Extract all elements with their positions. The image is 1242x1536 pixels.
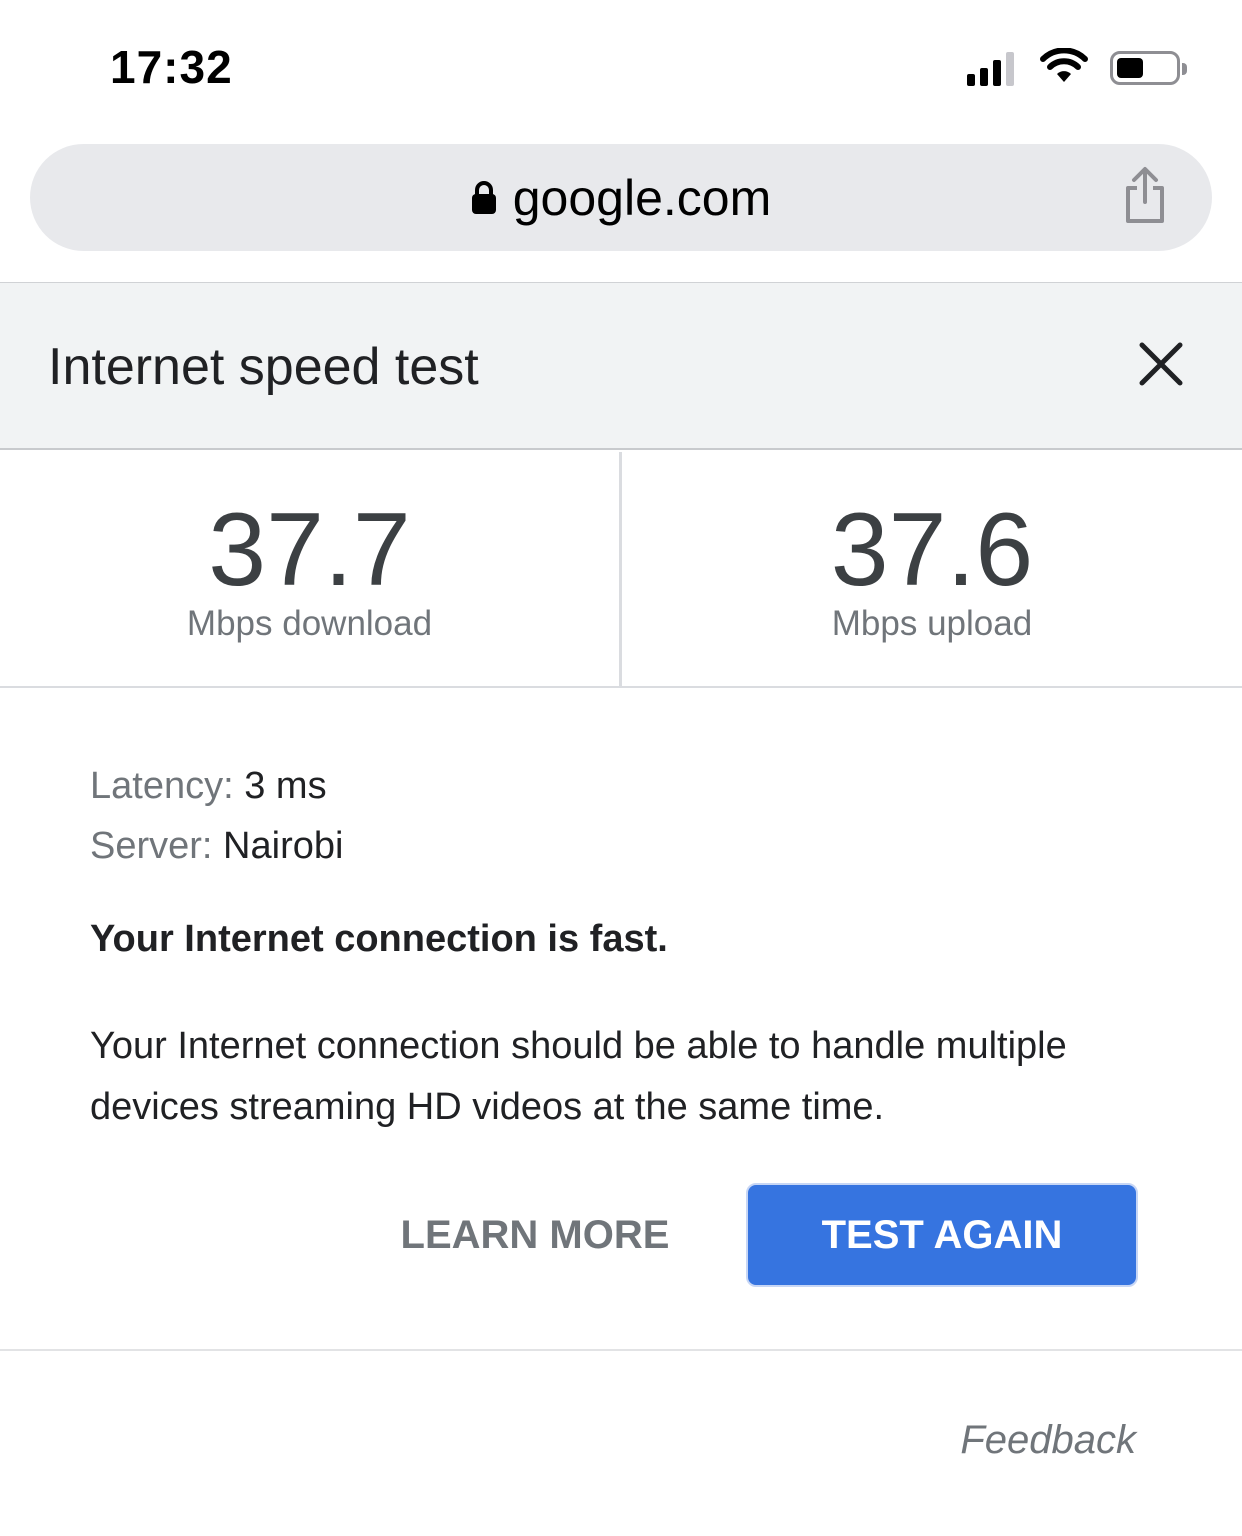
latency-label: Latency:: [90, 765, 234, 807]
speed-test-header: Internet speed test: [0, 282, 1242, 450]
latency-row: Latency: 3 ms: [90, 756, 343, 816]
cellular-signal-icon: [967, 50, 1014, 86]
share-icon[interactable]: [1122, 166, 1168, 231]
download-value: 37.7: [208, 492, 411, 608]
status-icons: [967, 46, 1187, 90]
speed-description: Your Internet connection should be able …: [90, 1025, 1067, 1128]
upload-value: 37.6: [830, 492, 1034, 608]
learn-more-button[interactable]: LEARN MORE: [380, 1184, 690, 1286]
upload-unit: Mbps upload: [831, 604, 1033, 643]
status-bar: 17:32: [0, 0, 1242, 130]
download-unit: Mbps download: [186, 604, 433, 643]
speed-results: 37.7 Mbps download 37.6 Mbps upload: [0, 452, 1242, 688]
feedback-link[interactable]: Feedback: [960, 1418, 1136, 1463]
upload-result: 37.6 Mbps upload: [622, 452, 1242, 686]
speed-verdict: Your Internet connection is fast.: [90, 918, 668, 960]
status-time: 17:32: [110, 41, 233, 93]
server-label: Server:: [90, 825, 213, 867]
url-text[interactable]: google.com: [513, 169, 772, 227]
server-value: Nairobi: [223, 825, 344, 867]
test-details: Latency: 3 ms Server: Nairobi: [90, 756, 343, 876]
test-again-button[interactable]: TEST AGAIN: [746, 1183, 1138, 1287]
address-bar[interactable]: google.com: [30, 144, 1212, 251]
server-row: Server: Nairobi: [90, 816, 343, 876]
lock-icon: [471, 180, 497, 215]
wifi-icon: [1040, 46, 1088, 89]
card-title: Internet speed test: [48, 338, 479, 396]
footer-divider: [0, 1349, 1242, 1351]
close-icon[interactable]: [1138, 341, 1184, 392]
battery-icon: [1110, 51, 1187, 85]
download-result: 37.7 Mbps download: [0, 452, 619, 686]
latency-value: 3 ms: [244, 765, 327, 807]
